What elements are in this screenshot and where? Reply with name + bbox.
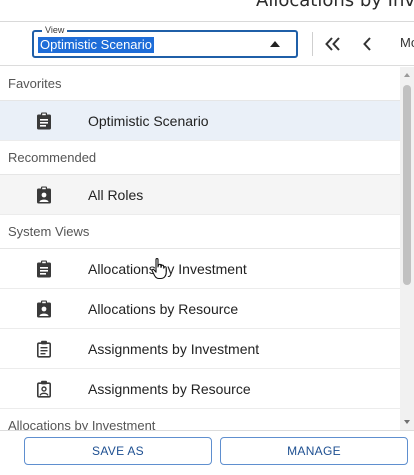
clipboard-list-outline-icon: [36, 340, 51, 358]
list-item-all-roles[interactable]: All Roles: [0, 175, 400, 215]
section-system-views: System Views: [0, 215, 400, 249]
list-item-label: All Roles: [88, 187, 144, 203]
view-header: View Optimistic Scenario Mo: [0, 22, 414, 66]
section-allocations-by-investment: Allocations by Investment: [0, 409, 400, 430]
view-select-legend: View: [42, 24, 68, 36]
list-item-label: Optimistic Scenario: [88, 113, 209, 129]
toolbar-divider: [312, 32, 313, 56]
first-page-button[interactable]: [320, 31, 346, 57]
list-item-label: Allocations by Investment: [88, 261, 247, 277]
clipboard-user-filled-icon: [37, 300, 51, 318]
clipboard-list-filled-icon: [37, 260, 51, 278]
previous-page-button[interactable]: [354, 31, 380, 57]
clipboard-user-outline-icon: [36, 380, 51, 398]
clipboard-list-filled-icon: [37, 112, 51, 130]
list-item-assignments-by-resource[interactable]: Assignments by Resource: [0, 369, 400, 409]
panel-footer: SAVE AS MANAGE: [0, 430, 414, 475]
list-item-label: Assignments by Investment: [88, 341, 260, 357]
list-item-optimistic-scenario[interactable]: Optimistic Scenario: [0, 101, 400, 141]
list-scrollbar[interactable]: [400, 67, 414, 430]
clipboard-user-filled-icon: [37, 186, 51, 204]
save-as-button[interactable]: SAVE AS: [24, 437, 212, 465]
top-strip: Allocations by Investment: [0, 0, 414, 21]
view-picker-panel: View Optimistic Scenario Mo Favorites: [0, 21, 414, 475]
section-favorites: Favorites: [0, 67, 400, 101]
more-label[interactable]: Mo: [400, 35, 414, 50]
double-chevron-left-icon: [325, 37, 340, 51]
section-recommended: Recommended: [0, 141, 400, 175]
scroll-down-arrow-icon[interactable]: [404, 420, 410, 424]
list-item-allocations-by-resource[interactable]: Allocations by Resource: [0, 289, 400, 329]
scroll-up-arrow-icon[interactable]: [404, 73, 410, 77]
view-select-value[interactable]: Optimistic Scenario: [38, 37, 154, 53]
caret-up-icon[interactable]: [270, 41, 280, 47]
view-select[interactable]: View Optimistic Scenario: [32, 24, 298, 58]
view-list: Favorites Optimistic Scenario Recommende…: [0, 67, 400, 430]
manage-button[interactable]: MANAGE: [220, 437, 408, 465]
list-item-label: Assignments by Resource: [88, 381, 251, 397]
scrollbar-thumb[interactable]: [403, 85, 411, 285]
list-item-allocations-by-investment[interactable]: Allocations by Investment: [0, 249, 400, 289]
chevron-left-icon: [363, 37, 371, 51]
list-item-assignments-by-investment[interactable]: Assignments by Investment: [0, 329, 400, 369]
clipped-heading: Allocations by Investment: [256, 0, 414, 11]
list-item-label: Allocations by Resource: [88, 301, 239, 317]
